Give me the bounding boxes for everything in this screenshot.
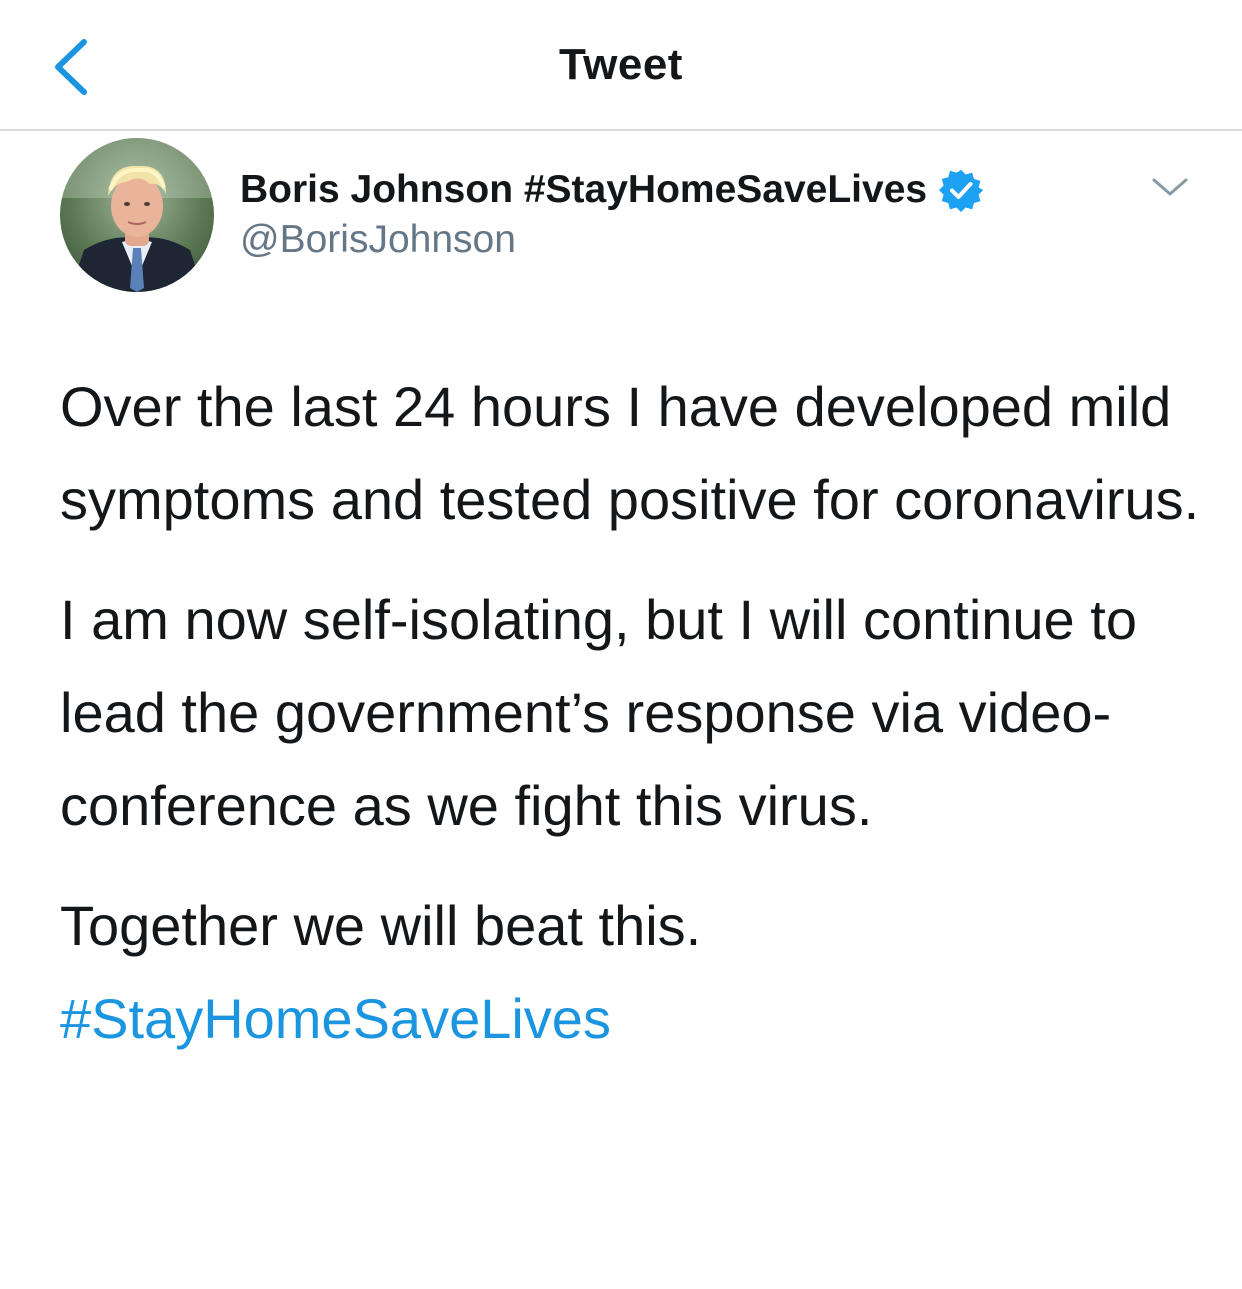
page-title: Tweet xyxy=(559,40,683,89)
nav-bar: Tweet xyxy=(0,0,1242,131)
author-name-row[interactable]: Boris Johnson #StayHomeSaveLives xyxy=(240,164,985,216)
avatar[interactable] xyxy=(60,138,214,292)
tweet-paragraph: Over the last 24 hours I have developed … xyxy=(60,375,1200,531)
verified-badge-icon xyxy=(939,169,984,213)
tweet-paragraph-text: Together we will beat this. xyxy=(60,894,702,957)
tweet-text: Over the last 24 hours I have developed … xyxy=(60,360,1200,1065)
author-handle[interactable]: @BorisJohnson xyxy=(240,218,516,262)
tweet-paragraph: I am now self-isolating, but I will cont… xyxy=(60,588,1137,837)
author-display-name[interactable]: Boris Johnson #StayHomeSaveLives xyxy=(240,168,927,212)
avatar-image xyxy=(60,138,214,292)
tweet-paragraph: Together we will beat this. #StayHomeSave… xyxy=(60,879,1200,1065)
chevron-down-icon[interactable] xyxy=(1148,172,1192,202)
hashtag-link[interactable]: #StayHomeSaveLives xyxy=(60,987,611,1050)
